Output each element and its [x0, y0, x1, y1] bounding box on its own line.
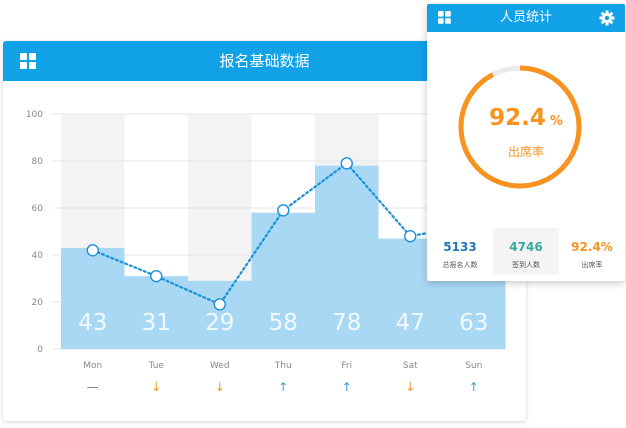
stats-row: 5133 总报名人数 4746 签到人数 92.4% 出席率	[427, 228, 625, 275]
settings-icon[interactable]	[599, 10, 615, 26]
bar-value-label: 63	[459, 310, 488, 336]
line-point	[86, 244, 99, 257]
bar-value-label: 31	[142, 310, 171, 336]
bar-value-label: 58	[269, 310, 298, 336]
trend-up-icon: ↑	[342, 380, 352, 394]
attendance-rate: 92.4%	[427, 105, 625, 131]
stat-attendance-rate: 92.4% 出席率	[559, 228, 625, 275]
line-point	[277, 204, 290, 217]
trend-down-icon: ↓	[405, 380, 415, 394]
y-tick-label: 40	[32, 251, 44, 261]
bar-value-label: 29	[205, 310, 234, 336]
trend-up-icon: ↑	[469, 380, 479, 394]
attendance-card: 人员统计 92.4% 出席率 5133 总报名人数 4746 签到人数 92.4…	[427, 4, 625, 281]
line-point	[404, 229, 417, 243]
stat-value: 4746	[509, 240, 543, 254]
stat-label: 签到人数	[512, 261, 540, 269]
stat-value: 92.4%	[571, 240, 613, 254]
attendance-rate-label: 出席率	[507, 145, 544, 159]
attendance-rate-unit: %	[549, 114, 563, 129]
line-point	[340, 157, 353, 170]
attendance-rate-value: 92.4	[489, 105, 546, 131]
trend-flat-icon: —	[87, 380, 99, 394]
trend-down-icon: ↓	[151, 380, 161, 394]
x-tick-label: Sat	[403, 361, 418, 371]
y-tick-label: 80	[32, 157, 44, 167]
y-tick-label: 100	[26, 110, 43, 120]
line-point	[150, 269, 163, 283]
trend-down-icon: ↓	[215, 380, 225, 394]
x-tick-label: Tue	[148, 361, 165, 371]
attendance-card-header: 人员统计	[427, 4, 625, 32]
trend-up-icon: ↑	[278, 380, 288, 394]
y-tick-label: 20	[32, 298, 44, 308]
stat-label: 总报名人数	[442, 261, 478, 269]
x-tick-label: Wed	[210, 361, 230, 371]
x-tick-label: Mon	[83, 361, 102, 371]
x-tick-label: Fri	[341, 361, 352, 371]
attendance-title: 人员统计	[499, 10, 552, 25]
x-tick-label: Thu	[274, 361, 292, 371]
bar-value-label: 78	[332, 310, 361, 336]
stat-value: 5133	[443, 240, 477, 254]
bar-value-label: 43	[78, 310, 107, 336]
bar-value-label: 47	[396, 310, 425, 336]
stat-label: 出席率	[581, 261, 603, 269]
y-tick-label: 0	[37, 345, 43, 355]
y-tick-label: 60	[32, 204, 44, 214]
stat-total-registrations: 5133 总报名人数	[427, 228, 493, 275]
stat-checked-in: 4746 签到人数	[493, 228, 559, 275]
line-point	[213, 298, 226, 311]
x-tick-label: Sun	[465, 361, 482, 371]
